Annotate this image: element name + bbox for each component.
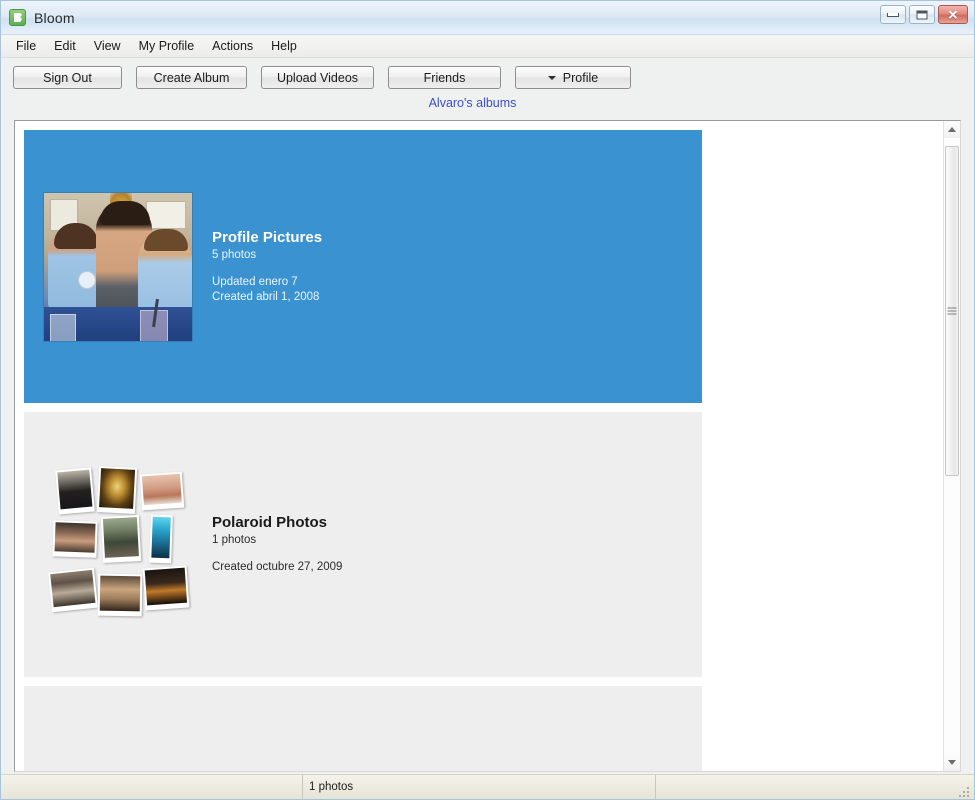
polaroid-tile (48, 567, 98, 613)
application-window: Bloom ✕ File Edit View My Profile Action… (0, 0, 975, 800)
menu-item-my-profile[interactable]: My Profile (130, 36, 204, 56)
albums-panel: Profile Pictures 5 photos Updated enero … (14, 120, 961, 772)
album-card[interactable] (24, 686, 702, 771)
polaroid-tile (52, 520, 98, 558)
menu-bar: File Edit View My Profile Actions Help (1, 35, 974, 58)
profile-dropdown-button[interactable]: Profile (515, 66, 631, 89)
menu-item-actions[interactable]: Actions (203, 36, 262, 56)
album-created-date: Created octubre 27, 2009 (212, 561, 343, 573)
status-cell-center: 1 photos (303, 775, 656, 799)
close-icon: ✕ (947, 7, 959, 22)
polaroid-tile (55, 467, 95, 515)
status-cell-left (1, 775, 303, 799)
sign-out-label: Sign Out (43, 70, 92, 85)
scroll-down-button[interactable] (944, 754, 960, 771)
menu-item-edit[interactable]: Edit (45, 36, 85, 56)
album-photo-count: 1 photos (212, 534, 257, 546)
album-info: Polaroid Photos 1 photos Created octubre… (212, 514, 702, 575)
friends-label: Friends (423, 70, 466, 85)
minimize-button[interactable] (880, 5, 906, 24)
upload-videos-button[interactable]: Upload Videos (261, 66, 374, 89)
album-photo-count: 5 photos (212, 248, 257, 261)
album-card[interactable]: Profile Pictures 5 photos Updated enero … (24, 130, 702, 403)
close-button[interactable]: ✕ (938, 5, 968, 24)
status-bar: 1 photos (1, 774, 974, 799)
album-thumbnail (24, 466, 212, 622)
scroll-up-icon (948, 127, 956, 132)
sign-out-button[interactable]: Sign Out (13, 66, 122, 89)
maximize-icon (916, 10, 928, 19)
resize-grip-icon[interactable] (959, 785, 971, 797)
polaroid-tile (139, 471, 185, 511)
subheader: Alvaro's albums (1, 89, 974, 117)
status-cell-right (656, 775, 974, 799)
minimize-icon (887, 12, 899, 17)
album-thumbnail (24, 696, 212, 771)
polaroid-tile (149, 514, 173, 564)
album-card[interactable]: Polaroid Photos 1 photos Created octubre… (24, 412, 702, 677)
create-album-button[interactable]: Create Album (136, 66, 247, 89)
bloom-logo-icon (9, 9, 26, 26)
albums-owner-link[interactable]: Alvaro's albums (429, 96, 517, 110)
polaroid-tile (142, 565, 190, 611)
friends-button[interactable]: Friends (388, 66, 501, 89)
maximize-button[interactable] (909, 5, 935, 24)
polaroid-collage (48, 466, 190, 622)
album-updated-date: Updated enero 7 (212, 275, 298, 288)
scrollbar-thumb[interactable] (945, 146, 959, 476)
album-created-date: Created abril 1, 2008 (212, 290, 320, 303)
toolbar: Sign Out Create Album Upload Videos Frie… (1, 58, 974, 89)
create-album-label: Create Album (153, 70, 230, 85)
scroll-down-icon (948, 760, 956, 765)
album-title: Profile Pictures (212, 228, 323, 246)
menu-item-help[interactable]: Help (262, 36, 306, 56)
vertical-scrollbar[interactable] (943, 121, 960, 771)
menu-item-file[interactable]: File (7, 36, 45, 56)
album-title: Polaroid Photos (212, 514, 328, 531)
scrollbar-grip-icon (947, 307, 957, 315)
album-cover-photo (44, 192, 192, 341)
window-controls: ✕ (880, 5, 968, 24)
album-thumbnail (24, 192, 212, 341)
polaroid-tile (100, 515, 142, 563)
album-info: Profile Pictures 5 photos Updated enero … (212, 229, 702, 305)
title-bar: Bloom ✕ (1, 1, 974, 35)
polaroid-tile (97, 573, 143, 617)
chevron-down-icon (547, 75, 556, 80)
window-title: Bloom (34, 9, 75, 26)
scroll-up-button[interactable] (944, 121, 960, 138)
albums-scroll-area: Profile Pictures 5 photos Updated enero … (15, 121, 943, 771)
upload-videos-label: Upload Videos (276, 70, 359, 85)
profile-label: Profile (562, 70, 599, 85)
scrollbar-track[interactable] (944, 138, 960, 754)
polaroid-tile (96, 466, 138, 514)
menu-item-view[interactable]: View (85, 36, 130, 56)
